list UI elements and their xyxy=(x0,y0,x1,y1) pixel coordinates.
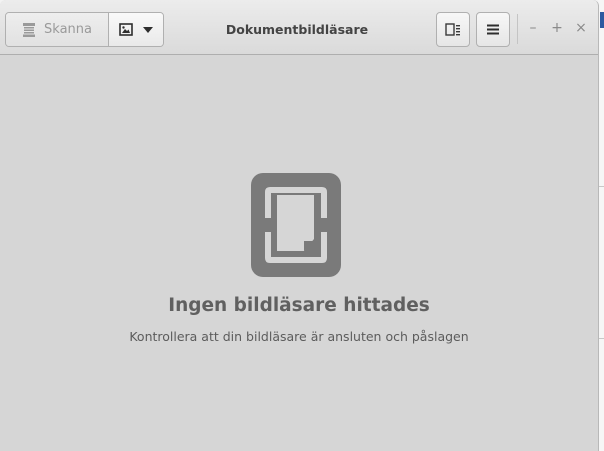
document-properties-icon xyxy=(445,22,460,36)
application-window: Skanna Dokumentbildläsare – + × Ingen bi… xyxy=(0,0,599,451)
desktop-edge-accent xyxy=(600,12,604,28)
close-button[interactable]: × xyxy=(574,20,588,36)
chevron-down-icon xyxy=(143,26,153,33)
scan-button-group: Skanna xyxy=(5,12,164,47)
empty-state-heading: Ingen bildläsare hittades xyxy=(168,295,430,316)
header-separator xyxy=(517,14,518,44)
empty-state-message: Kontrollera att din bildläsare är anslut… xyxy=(129,329,469,344)
scan-button[interactable]: Skanna xyxy=(6,13,109,46)
main-menu-button[interactable] xyxy=(476,12,510,47)
scan-button-label: Skanna xyxy=(44,22,92,37)
window-title: Dokumentbildläsare xyxy=(225,22,369,37)
minimize-button[interactable]: – xyxy=(526,20,540,36)
empty-state-area: Ingen bildläsare hittades Kontrollera at… xyxy=(0,55,598,451)
scanner-icon xyxy=(23,22,36,37)
no-scanner-icon xyxy=(251,173,341,277)
hamburger-menu-icon xyxy=(487,24,499,35)
preferences-button[interactable] xyxy=(436,12,470,47)
maximize-button[interactable]: + xyxy=(550,20,564,36)
header-bar: Skanna Dokumentbildläsare – + × xyxy=(0,0,598,55)
document-type-dropdown[interactable] xyxy=(109,13,163,46)
image-icon xyxy=(119,23,133,36)
